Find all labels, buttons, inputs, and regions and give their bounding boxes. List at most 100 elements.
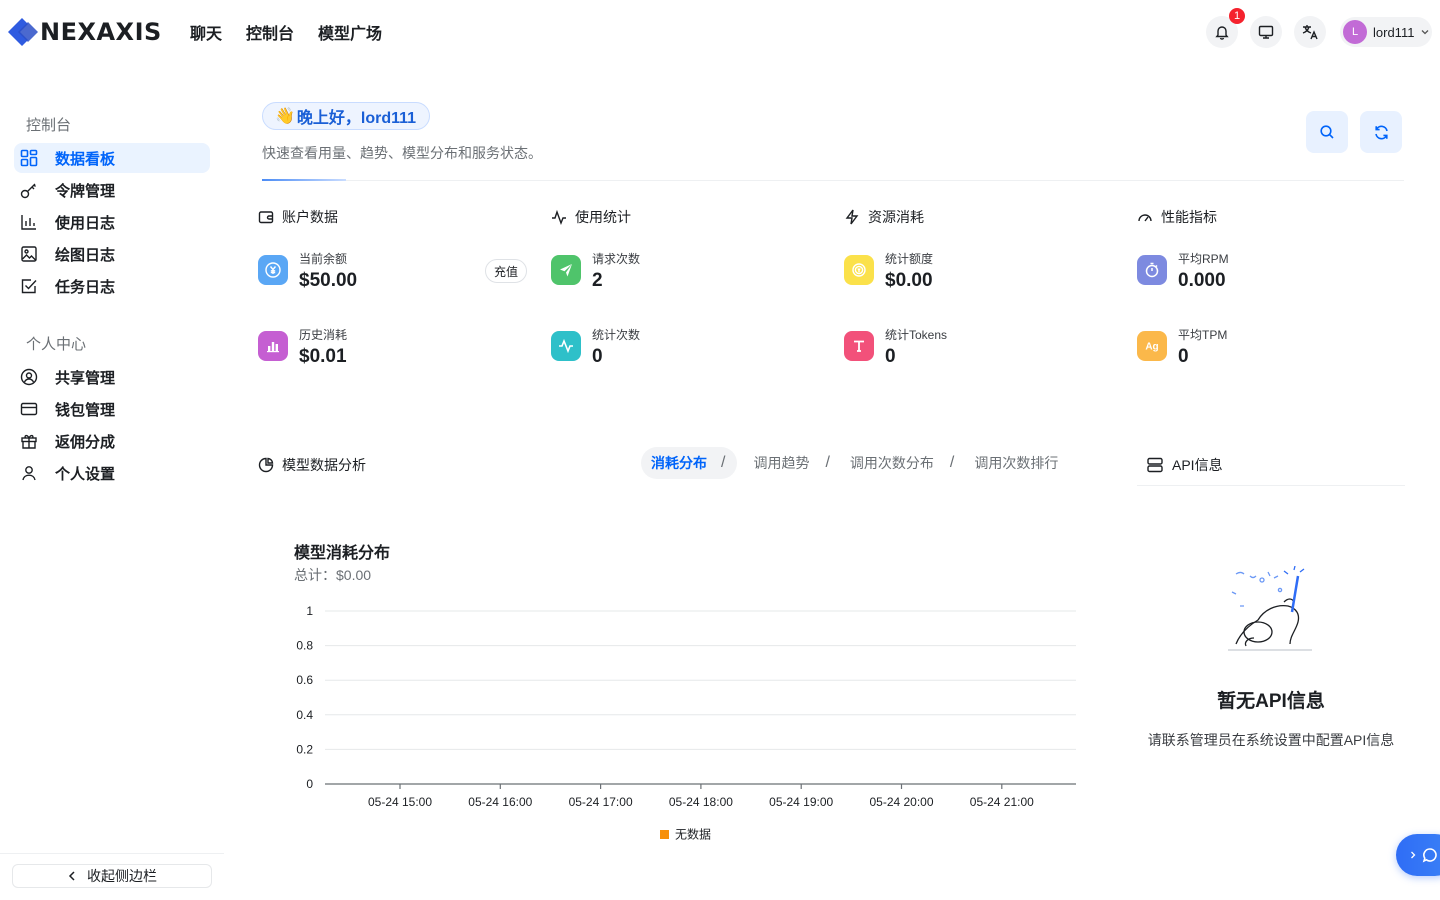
x-tick-label: 05-24 19:00 — [769, 795, 833, 809]
chart-title: 模型消耗分布 — [294, 545, 391, 562]
stopwatch-icon — [1137, 255, 1167, 285]
user-menu[interactable]: L lord111 — [1340, 17, 1432, 47]
tab-call-trend[interactable]: 调用趋势 — [737, 447, 819, 479]
pulse-icon — [551, 331, 581, 361]
gift-icon — [21, 434, 37, 449]
text-icon — [844, 331, 874, 361]
greeting-pill: 👋 晚上好，lord111 — [262, 102, 431, 130]
tab-label: 消耗分布 — [651, 455, 707, 471]
x-tick-label: 05-24 15:00 — [368, 795, 432, 809]
logo-text: NEXAXIS — [40, 18, 162, 46]
x-tick-label: 05-24 18:00 — [669, 795, 733, 809]
sidebar-item-drawing-log[interactable]: 绘图日志 — [14, 239, 210, 269]
chat-float-button[interactable] — [1396, 834, 1440, 876]
stat-value: 2 — [592, 270, 603, 291]
tab-call-count-distribution[interactable]: 调用次数分布 — [840, 447, 944, 479]
image-icon — [21, 246, 37, 262]
greeting-text: 晚上好，lord111 — [296, 110, 417, 127]
logo-mark-icon — [8, 18, 38, 46]
x-tick-label: 05-24 20:00 — [869, 795, 933, 809]
y-tick-label: 1 — [306, 604, 313, 618]
sidebar-item-task-log[interactable]: 任务日志 — [14, 271, 210, 301]
logo[interactable]: NEXAXIS — [8, 18, 162, 46]
svg-text:Ag: Ag — [1145, 342, 1158, 353]
sidebar-item-commission[interactable]: 返佣分成 — [14, 426, 210, 456]
top-header: NEXAXIS 聊天 控制台 模型广场 1 L lord111 — [0, 0, 1440, 64]
sidebar-item-dashboard[interactable]: 数据看板 — [14, 143, 210, 173]
x-tick-label: 05-24 17:00 — [569, 795, 633, 809]
sidebar-item-usage-log[interactable]: 使用日志 — [14, 207, 210, 237]
wallet-icon — [258, 211, 274, 224]
sidebar-item-label: 钱包管理 — [55, 401, 116, 419]
pie-chart-icon — [258, 457, 274, 473]
display-button[interactable] — [1250, 16, 1282, 48]
refresh-button[interactable] — [1360, 111, 1402, 153]
group-title-account: 账户数据 — [258, 207, 338, 227]
sidebar-item-sharing[interactable]: 共享管理 — [14, 362, 210, 392]
sidebar-item-tokens[interactable]: 令牌管理 — [14, 175, 210, 205]
analysis-tabs: 消耗分布 / 调用趋势 / 调用次数分布 / 调用次数排行 — [641, 447, 1068, 479]
stat-label: 统计Tokens — [885, 328, 948, 342]
group-title-label: 性能指标 — [1161, 209, 1217, 225]
group-title-label: 资源消耗 — [868, 209, 924, 225]
credit-card-icon — [20, 402, 38, 416]
checkbox-icon — [21, 279, 37, 294]
nav-console[interactable]: 控制台 — [246, 20, 294, 44]
coin-icon — [844, 255, 874, 285]
nav-model-plaza[interactable]: 模型广场 — [318, 20, 382, 44]
user-name: lord111 — [1373, 24, 1415, 40]
tab-call-count-ranking[interactable]: 调用次数排行 — [964, 447, 1068, 479]
api-empty-description: 请联系管理员在系统设置中配置API信息 — [1147, 732, 1395, 748]
yuan-icon — [258, 255, 288, 285]
sidebar-item-label: 返佣分成 — [55, 433, 116, 451]
stat-value: $0.00 — [885, 270, 933, 291]
collapse-sidebar-button[interactable]: 收起侧边栏 — [12, 864, 212, 888]
stat-value: 0 — [1178, 346, 1189, 367]
search-icon — [1320, 125, 1334, 139]
group-title-performance: 性能指标 — [1137, 207, 1217, 227]
y-tick-label: 0 — [306, 777, 313, 791]
nav-chat[interactable]: 聊天 — [190, 20, 222, 44]
analysis-title: 模型数据分析 — [258, 455, 366, 475]
group-title-resource: 资源消耗 — [844, 207, 924, 227]
x-tick-label: 05-24 21:00 — [970, 795, 1034, 809]
chevron-right-icon — [1411, 851, 1416, 859]
stat-value: $50.00 — [299, 270, 358, 291]
stat-label: 历史消耗 — [299, 328, 348, 342]
y-tick-label: 0.6 — [296, 673, 313, 687]
tab-consumption-distribution[interactable]: 消耗分布 / — [641, 447, 738, 479]
stat-label: 统计次数 — [592, 328, 641, 342]
gauge-icon — [1138, 214, 1152, 222]
sidebar-item-wallet[interactable]: 钱包管理 — [14, 394, 210, 424]
sidebar-item-settings[interactable]: 个人设置 — [14, 458, 210, 488]
stat-label: 平均RPM — [1178, 252, 1229, 266]
key-icon — [20, 183, 36, 199]
stat-label: 平均TPM — [1178, 328, 1228, 342]
sidebar: 控制台 数据看板 令牌管理 使用日志 绘图日志 任务日志 个人中心 共享管理 钱… — [0, 64, 224, 900]
stat-value: 0 — [885, 346, 896, 367]
legend-label: 无数据 — [675, 827, 711, 842]
sidebar-item-label: 个人设置 — [55, 465, 116, 483]
stat-rpm: 平均RPM 0.000 — [1137, 251, 1229, 292]
stat-label: 当前余额 — [299, 252, 348, 266]
stat-value: 0.000 — [1178, 270, 1226, 291]
group-title-label: 账户数据 — [282, 209, 338, 225]
user-icon — [22, 466, 36, 481]
stat-balance: 当前余额 $50.00 — [258, 251, 357, 292]
sidebar-divider — [0, 853, 224, 854]
api-empty-title: 暂无API信息 — [1217, 691, 1325, 712]
stat-requests: 请求次数 2 — [551, 251, 640, 292]
bell-icon — [1215, 26, 1229, 40]
bar-chart-icon — [258, 331, 288, 361]
tab-label: 调用次数排行 — [974, 455, 1059, 471]
language-button[interactable] — [1294, 16, 1326, 48]
sidebar-item-label: 数据看板 — [55, 150, 116, 168]
translate-icon — [1302, 25, 1318, 40]
sidebar-item-label: 绘图日志 — [55, 246, 116, 264]
server-icon — [1147, 457, 1163, 473]
dashboard-icon — [20, 149, 38, 167]
monitor-icon — [1258, 25, 1274, 39]
recharge-button[interactable]: 充值 — [485, 259, 527, 283]
search-button[interactable] — [1306, 111, 1348, 153]
stat-value: 0 — [592, 346, 603, 367]
